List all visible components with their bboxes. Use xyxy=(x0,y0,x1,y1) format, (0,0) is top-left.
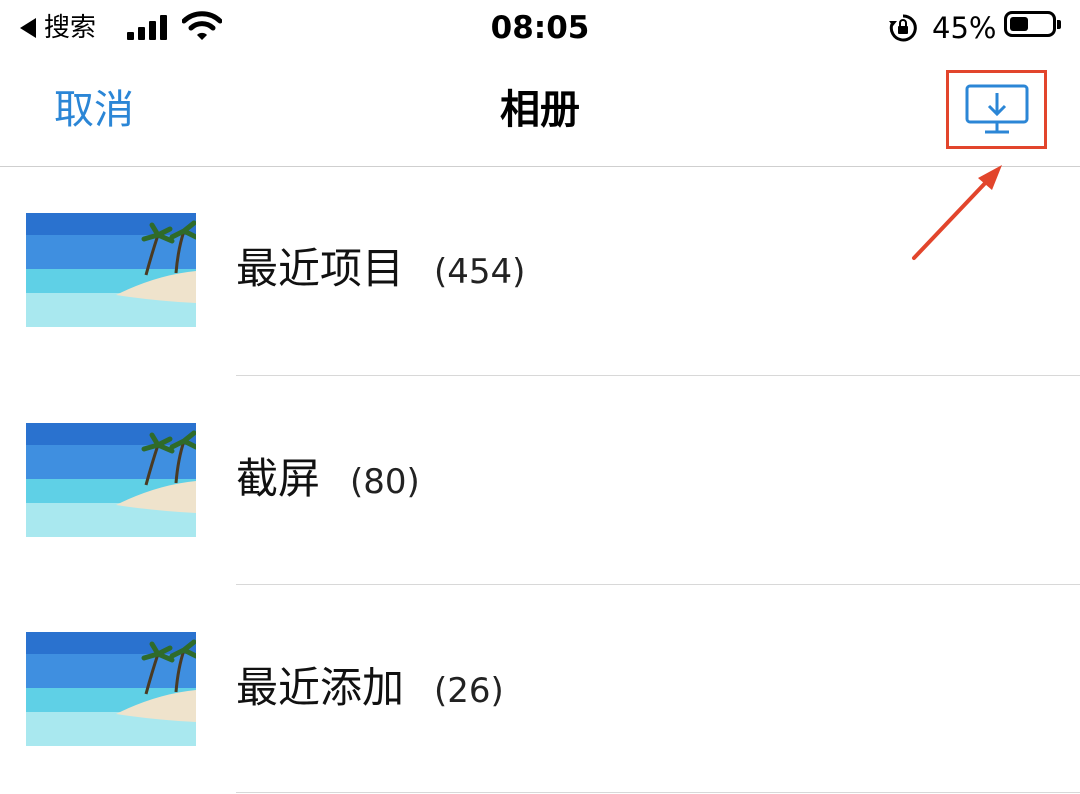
album-thumbnail xyxy=(26,423,196,537)
album-name: 最近项目 xyxy=(236,244,405,293)
battery-fill xyxy=(1010,17,1028,31)
battery-percent: 45% xyxy=(932,11,997,45)
desktop-download-icon xyxy=(965,84,1028,133)
album-row-recents[interactable]: 最近项目 (454) xyxy=(0,167,1080,375)
album-name: 最近添加 xyxy=(236,663,405,712)
status-time: 08:05 xyxy=(490,10,590,46)
status-bar: 搜索 08:05 45% xyxy=(0,0,1080,56)
album-count: (80) xyxy=(350,462,420,502)
divider xyxy=(236,792,1080,793)
album-count: (454) xyxy=(434,252,526,292)
divider xyxy=(236,584,1080,585)
album-row-recently-added[interactable]: 最近添加 (26) xyxy=(0,586,1080,794)
divider xyxy=(236,375,1080,376)
album-count: (26) xyxy=(434,671,504,711)
desktop-download-button[interactable] xyxy=(946,70,1047,149)
album-thumbnail xyxy=(26,632,196,746)
album-name: 截屏 xyxy=(236,454,321,503)
battery-icon xyxy=(1004,11,1061,37)
rotation-lock-icon xyxy=(889,14,917,42)
album-thumbnail xyxy=(26,213,196,327)
album-row-screenshots[interactable]: 截屏 (80) xyxy=(0,377,1080,585)
page-title: 相册 xyxy=(500,87,580,133)
